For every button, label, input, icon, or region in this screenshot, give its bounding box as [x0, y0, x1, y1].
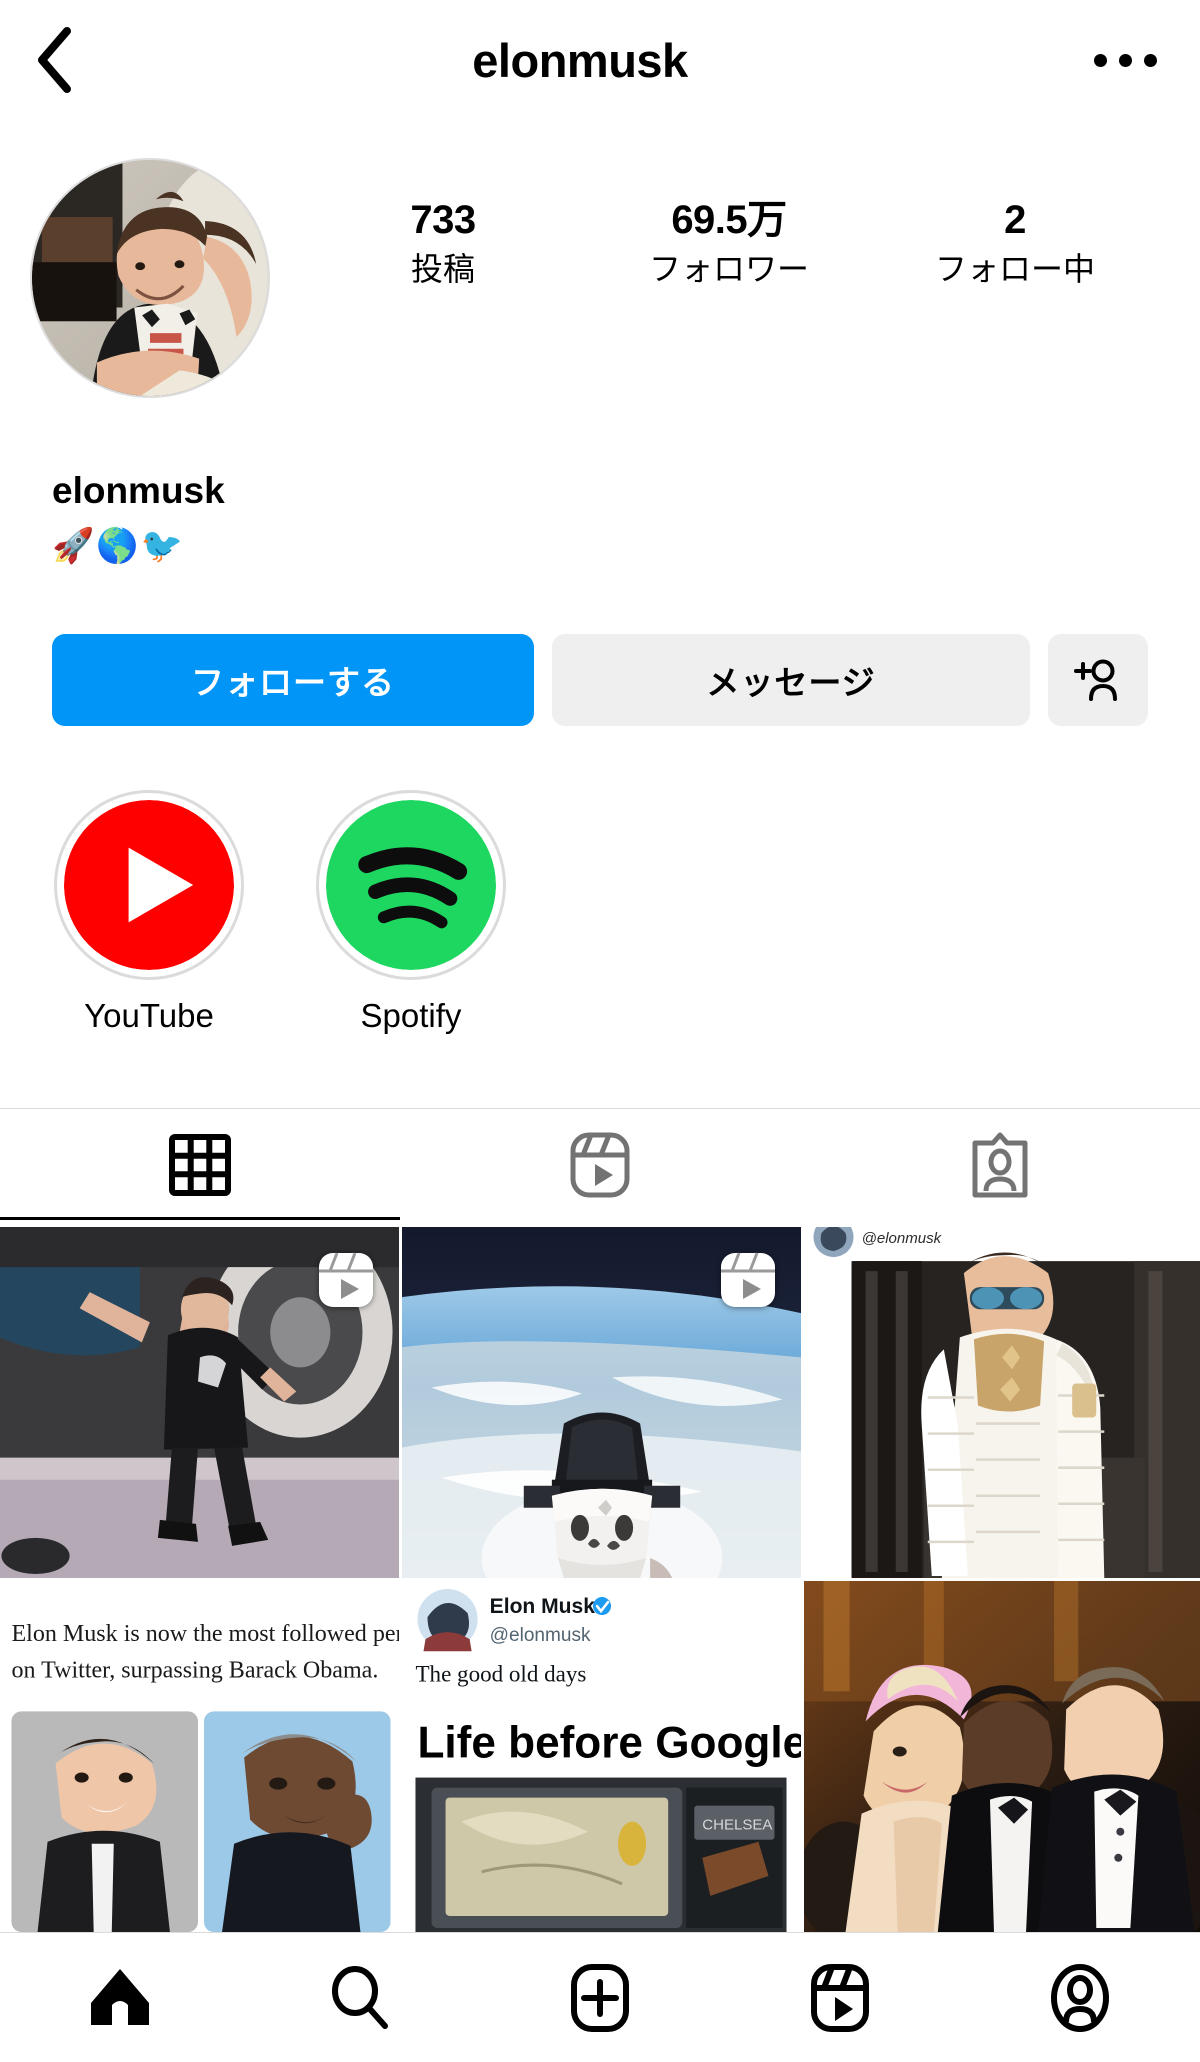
story-highlights: YouTube Spotify	[38, 790, 522, 1036]
person-add-icon	[1074, 659, 1117, 701]
highlight-spotify-label: Spotify	[360, 997, 462, 1034]
reels-icon	[721, 1252, 775, 1307]
page-title: elonmusk	[472, 33, 688, 87]
avatar-container	[0, 148, 300, 398]
more-horizontal-icon	[1118, 53, 1132, 67]
highlight-spotify[interactable]: Spotify	[300, 790, 522, 1036]
back-button[interactable]	[0, 0, 110, 120]
tab-reels[interactable]	[400, 1109, 800, 1220]
reels-icon	[570, 1132, 630, 1197]
post-4-headline-line1: Elon Musk is now the most followed perso…	[11, 1621, 399, 1647]
avatar[interactable]	[30, 158, 270, 398]
stat-followers-value: 69.5万	[671, 198, 787, 242]
highlight-cover	[326, 800, 496, 970]
bottom-navigation	[0, 1932, 1200, 2062]
youtube-icon	[64, 800, 234, 970]
bio-description: 🚀🌎🐦	[52, 527, 186, 566]
reels-icon	[811, 1963, 869, 2032]
home-icon	[91, 1968, 149, 2025]
post-3-handle: @elonmusk	[862, 1230, 943, 1247]
post-grid: @elonmusk Elon Musk is now the most foll…	[0, 1227, 1200, 1932]
reel-indicator	[717, 1249, 779, 1311]
profile-tabs	[0, 1108, 1200, 1220]
highlight-youtube[interactable]: YouTube	[38, 790, 260, 1036]
stat-followers[interactable]: 69.5万 フォロワー	[586, 196, 872, 290]
post-5-meme-title: Life before Google Maps	[417, 1719, 801, 1768]
reel-indicator	[315, 1249, 377, 1311]
stat-posts-label: 投稿	[410, 250, 475, 287]
profile-icon	[1051, 1963, 1109, 2032]
tab-tagged[interactable]	[800, 1109, 1200, 1220]
post-cell-5[interactable]: Elon Musk @elonmusk The good old days Li…	[402, 1581, 801, 1932]
nav-reels[interactable]	[720, 1933, 960, 2062]
more-horizontal-icon	[1143, 53, 1157, 67]
nav-search[interactable]	[240, 1933, 480, 2062]
post-5-street-sign: CHELSEA	[702, 1817, 772, 1834]
post-5-tweet-handle: @elonmusk	[490, 1625, 591, 1646]
grid-icon	[169, 1133, 231, 1196]
profile-header: 733 投稿 69.5万 フォロワー 2 フォロー中	[0, 148, 1200, 398]
stat-posts[interactable]: 733 投稿	[300, 196, 586, 290]
post-cell-2[interactable]	[402, 1227, 801, 1578]
stat-posts-value: 733	[410, 198, 476, 242]
suggested-users-button[interactable]	[1048, 634, 1148, 726]
post-cell-4[interactable]: Elon Musk is now the most followed perso…	[0, 1581, 399, 1932]
post-5-tweet-text: The good old days	[415, 1660, 586, 1686]
post-5-tweet-name: Elon Musk	[490, 1595, 596, 1618]
more-horizontal-icon	[1093, 53, 1107, 67]
message-button[interactable]: メッセージ	[552, 634, 1030, 726]
post-thumbnail: Elon Musk is now the most followed perso…	[0, 1581, 399, 1932]
avatar-photo	[32, 160, 268, 396]
highlight-ring	[316, 790, 506, 980]
bio-display-name: elonmusk	[52, 470, 225, 511]
nav-home[interactable]	[0, 1933, 240, 2062]
stat-following-value: 2	[1004, 198, 1026, 242]
stat-following-label: フォロー中	[934, 250, 1095, 287]
post-cell-3[interactable]: @elonmusk	[804, 1227, 1200, 1578]
post-thumbnail: @elonmusk	[804, 1227, 1200, 1578]
post-cell-1[interactable]	[0, 1227, 399, 1578]
post-cell-6[interactable]	[804, 1581, 1200, 1932]
top-bar: elonmusk	[0, 0, 1200, 120]
highlight-ring	[54, 790, 244, 980]
spotify-icon	[326, 800, 496, 970]
nav-create[interactable]	[480, 1933, 720, 2062]
tagged-icon	[972, 1132, 1028, 1197]
stat-following[interactable]: 2 フォロー中	[872, 196, 1158, 290]
stat-followers-label: フォロワー	[648, 250, 809, 287]
tab-grid[interactable]	[0, 1109, 400, 1220]
profile-stats: 733 投稿 69.5万 フォロワー 2 フォロー中	[300, 148, 1200, 290]
highlight-cover	[64, 800, 234, 970]
bio-block: elonmusk 🚀🌎🐦	[52, 468, 952, 570]
search-icon	[332, 1965, 388, 2029]
reels-icon	[319, 1252, 373, 1307]
post-thumbnail	[804, 1581, 1200, 1932]
instagram-profile-screen: elonmusk 733 投稿 69.5万 フォロワー 2 フォロー中 elon…	[0, 0, 1200, 2062]
more-options-button[interactable]	[1050, 0, 1200, 120]
nav-profile[interactable]	[960, 1933, 1200, 2062]
post-thumbnail: Elon Musk @elonmusk The good old days Li…	[402, 1581, 801, 1932]
post-4-headline-line2: on Twitter, surpassing Barack Obama.	[11, 1657, 378, 1683]
plus-box-icon	[571, 1963, 629, 2032]
follow-button[interactable]: フォローする	[52, 634, 534, 726]
highlight-youtube-label: YouTube	[84, 997, 214, 1034]
chevron-left-icon	[38, 27, 71, 93]
action-buttons: フォローする メッセージ	[52, 634, 1148, 726]
